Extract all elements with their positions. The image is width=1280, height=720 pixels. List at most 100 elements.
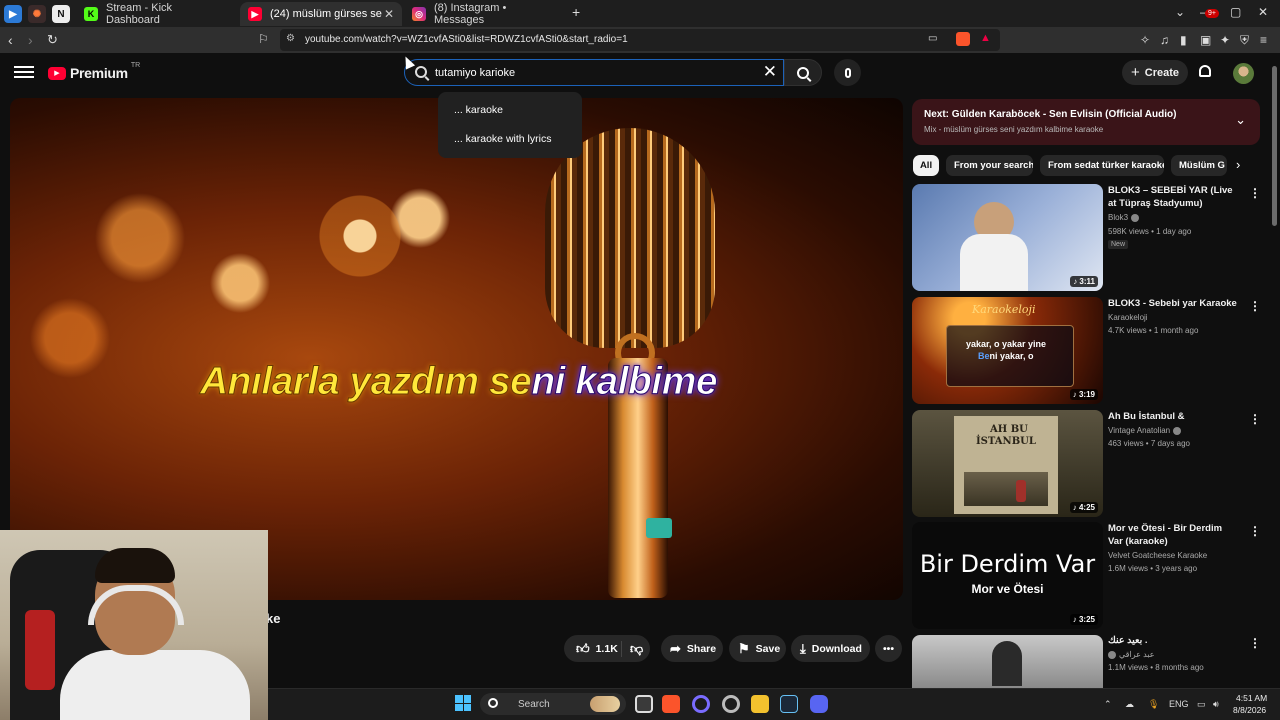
extensions-icon[interactable]: ✧: [1140, 33, 1150, 47]
notification-badge: 9+: [1205, 9, 1219, 18]
voice-search-button[interactable]: [834, 59, 861, 86]
pinned-tab-star-icon[interactable]: ✺: [28, 5, 46, 23]
dislike-button[interactable]: 👎︎: [622, 641, 649, 657]
vpn-icon[interactable]: ⛨: [1240, 33, 1249, 48]
download-button[interactable]: ⤓ Download: [791, 635, 870, 662]
copilot-icon[interactable]: [692, 695, 710, 713]
related-video-thumbnail[interactable]: Bir Derdim Var Mor ve Ötesi ♪ 3:25: [912, 522, 1103, 629]
tray-overflow-icon[interactable]: ⌃: [1104, 699, 1112, 710]
pinned-tab-notion-icon[interactable]: N: [52, 5, 70, 23]
save-button[interactable]: ⚑ Save: [729, 635, 786, 662]
taskbar-date[interactable]: 8/8/2026: [1233, 705, 1266, 715]
language-indicator[interactable]: ENG: [1169, 699, 1189, 709]
tab-youtube[interactable]: ▶ (24) müslüm gürses seni yazdım ✕: [240, 2, 402, 26]
file-explorer-icon[interactable]: [751, 695, 769, 713]
up-next-panel[interactable]: Next: Gülden Karaböcek - Sen Evlisin (Of…: [912, 99, 1260, 145]
related-video-title[interactable]: Mor ve Ötesi - Bir Derdim Var (karaoke): [1108, 522, 1238, 548]
suggestion-item[interactable]: ... karaoke with lyrics: [454, 133, 551, 145]
chip-from-channel[interactable]: From sedat türker karaoke: [1040, 155, 1164, 176]
page-scrollbar[interactable]: [1272, 66, 1277, 226]
taskbar-time[interactable]: 4:51 AM: [1236, 693, 1267, 703]
youtube-logo[interactable]: ▶ Premium TR: [48, 62, 140, 81]
display-tray-icon[interactable]: ▭: [1197, 699, 1206, 710]
site-info-icon[interactable]: ⚙: [286, 33, 295, 44]
verified-icon: [1131, 213, 1140, 222]
share-button[interactable]: ➦ Share: [661, 635, 723, 662]
download-label: Download: [811, 642, 862, 655]
more-vertical-icon[interactable]: ⋮: [1249, 636, 1261, 650]
notifications-bell-icon[interactable]: [1196, 63, 1214, 81]
microphone-tray-icon[interactable]: 🎙︎: [1148, 699, 1159, 710]
related-video-meta: 4.7K views • 1 month ago: [1108, 326, 1199, 335]
more-actions-button[interactable]: •••: [875, 635, 902, 662]
more-vertical-icon[interactable]: ⋮: [1249, 186, 1261, 200]
hamburger-menu-icon[interactable]: [14, 63, 34, 81]
taskbar-search[interactable]: Search: [480, 693, 626, 715]
related-video-thumbnail[interactable]: ♪ 3:11: [912, 184, 1103, 291]
video-player[interactable]: Anılarla yazdım seni kalbime: [10, 98, 903, 600]
chrome-icon[interactable]: [722, 695, 740, 713]
instagram-icon: ◎: [412, 7, 426, 21]
more-vertical-icon[interactable]: ⋮: [1249, 412, 1261, 426]
microphone-image: [545, 128, 715, 348]
chip-from-your-search[interactable]: From your search: [946, 155, 1033, 176]
maximize-button[interactable]: ▢: [1230, 5, 1241, 19]
youtube-masthead: ▶ Premium TR tutamiyo karioke ✕ + Create: [0, 53, 1280, 95]
chevron-down-icon[interactable]: ⌄: [1235, 112, 1246, 128]
browser-tab-strip: ▶ ✺ N K Stream - Kick Dashboard ▶ (24) m…: [0, 0, 1280, 27]
verified-icon: [1173, 426, 1182, 435]
video-duration: ♪ 3:19: [1069, 389, 1098, 400]
wallet-icon[interactable]: ▣: [1200, 33, 1211, 47]
steam-icon[interactable]: [780, 695, 798, 713]
close-tab-icon[interactable]: ✕: [384, 7, 394, 21]
chip-all[interactable]: All: [913, 155, 939, 176]
suggestion-item[interactable]: ... karaoke: [454, 104, 503, 116]
task-view-icon[interactable]: [635, 695, 653, 713]
network-tray-icon[interactable]: ☁: [1125, 699, 1134, 710]
windows-start-icon[interactable]: [455, 695, 471, 711]
leo-ai-icon[interactable]: ✦: [1220, 33, 1230, 47]
forward-button[interactable]: ›: [28, 32, 33, 48]
brave-rewards-icon[interactable]: ▲: [980, 32, 991, 44]
chip-muslum[interactable]: Müslüm G: [1171, 155, 1227, 176]
avatar[interactable]: [1233, 63, 1254, 84]
reload-button[interactable]: ↻: [47, 32, 58, 48]
tab-list-chevron-icon[interactable]: ⌄: [1175, 5, 1185, 19]
address-bar[interactable]: ⚙ youtube.com/watch?v=WZ1cvfASti0&list=R…: [280, 29, 1000, 51]
chevron-right-icon[interactable]: ›: [1236, 157, 1240, 172]
video-duration: ♪ 3:25: [1069, 614, 1098, 625]
search-input[interactable]: tutamiyo karioke: [435, 67, 515, 79]
browser-menu-icon[interactable]: ≡: [1260, 33, 1267, 47]
pinned-tab-app-icon[interactable]: ▶: [4, 5, 22, 23]
related-video-thumbnail[interactable]: AH BU İSTANBUL ♪ 4:25: [912, 410, 1103, 517]
brave-shield-icon[interactable]: [956, 32, 970, 46]
clear-search-icon[interactable]: ✕: [763, 62, 777, 82]
search-button[interactable]: [784, 59, 822, 86]
related-video-title[interactable]: بعيد عنك .: [1108, 634, 1238, 647]
volume-icon[interactable]: 🔊︎: [1213, 699, 1219, 710]
create-button[interactable]: + Create: [1122, 60, 1188, 85]
related-video-title[interactable]: BLOK3 – SEBEBİ YAR (Live at Tüpraş Stady…: [1108, 184, 1238, 210]
related-video-title[interactable]: BLOK3 - Sebebi yar Karaoke: [1108, 297, 1238, 310]
new-tab-button[interactable]: +: [572, 4, 580, 20]
search-box[interactable]: tutamiyo karioke ✕: [404, 59, 784, 86]
sidebar-icon[interactable]: ▮: [1180, 33, 1187, 47]
more-vertical-icon[interactable]: ⋮: [1249, 524, 1261, 538]
brave-browser-icon[interactable]: [662, 695, 680, 713]
tab-kick-dashboard[interactable]: K Stream - Kick Dashboard: [76, 2, 236, 26]
tab-instagram[interactable]: ◎ (8) Instagram • Messages: [404, 2, 564, 26]
related-video-title[interactable]: Ah Bu İstanbul &: [1108, 410, 1238, 423]
like-count: 1.1K: [595, 642, 618, 655]
close-window-button[interactable]: ✕: [1258, 5, 1268, 19]
music-icon[interactable]: ♫: [1160, 33, 1169, 47]
cast-icon[interactable]: ▭: [928, 33, 937, 44]
create-label: Create: [1144, 66, 1179, 79]
related-video-meta: 598K views • 1 day ago: [1108, 227, 1192, 236]
discord-icon[interactable]: [810, 695, 828, 713]
related-video-thumbnail[interactable]: [912, 635, 1103, 688]
like-button[interactable]: 👍︎ 1.1K: [564, 640, 622, 657]
bookmark-icon[interactable]: ⚐: [258, 32, 269, 46]
related-video-thumbnail[interactable]: Karaokeloji yakar, o yakar yine Beni yak…: [912, 297, 1103, 404]
more-vertical-icon[interactable]: ⋮: [1249, 299, 1261, 313]
back-button[interactable]: ‹: [8, 32, 13, 48]
